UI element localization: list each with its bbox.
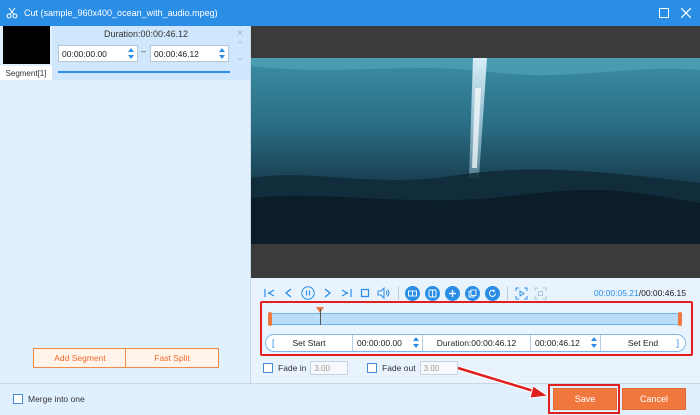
jump-to-start-icon[interactable]	[263, 286, 277, 300]
scissors-icon	[4, 5, 20, 21]
fade-out-input[interactable]: 3.00	[419, 361, 458, 375]
delete-segment-icon[interactable]: ✕	[235, 27, 245, 39]
current-time: 00:00:05.21	[593, 288, 639, 298]
segment-end-value: 00:00:46.12	[154, 48, 199, 59]
reset-icon[interactable]	[485, 285, 500, 301]
time-separator: –	[141, 46, 147, 56]
pause-icon[interactable]	[301, 286, 315, 300]
segment-thumbnail[interactable]	[3, 26, 50, 64]
segment-duration: Duration:00:00:46.12	[104, 29, 189, 39]
total-time: /00:00:46.15	[638, 288, 686, 298]
next-frame-icon[interactable]	[320, 286, 334, 300]
fade-out-control: Fade out 3.00	[367, 361, 458, 375]
segment-start-spinner[interactable]	[128, 47, 135, 60]
move-down-icon[interactable]: ⌄	[235, 51, 245, 63]
save-button[interactable]: Save	[553, 388, 617, 410]
copy-segment-icon[interactable]	[405, 285, 420, 301]
add-segment-button[interactable]: Add Segment	[33, 348, 127, 368]
segment-progress-line	[58, 71, 230, 73]
bottom-bar: Merge into one Save Cancel	[0, 383, 700, 415]
previous-frame-icon[interactable]	[282, 286, 296, 300]
control-divider-2	[507, 286, 508, 300]
stop-icon[interactable]	[358, 286, 372, 300]
merge-checkbox[interactable]	[13, 394, 23, 404]
playback-time: 00:00:05.21/00:00:46.15	[594, 288, 686, 298]
close-icon[interactable]	[678, 5, 694, 21]
fade-in-checkbox[interactable]	[263, 363, 273, 373]
stop-segment-icon[interactable]	[533, 286, 547, 300]
maximize-icon[interactable]	[656, 5, 672, 21]
title-bar: Cut (sample_960x400_ocean_with_audio.mpe…	[0, 0, 700, 26]
duplicate-icon[interactable]	[465, 285, 480, 301]
segment-start-input[interactable]: 00:00:00.00	[58, 45, 138, 62]
fast-split-button[interactable]: Fast Split	[125, 348, 219, 368]
fade-out-checkbox[interactable]	[367, 363, 377, 373]
merge-label: Merge into one	[28, 394, 85, 404]
segment-detail: Duration:00:00:46.12 00:00:00.00 – 00:00…	[52, 26, 250, 80]
segment-end-input[interactable]: 00:00:46.12	[150, 45, 229, 62]
split-icon[interactable]	[425, 285, 440, 301]
fade-in-label: Fade in	[278, 363, 307, 373]
control-divider	[398, 286, 399, 300]
move-up-icon[interactable]: ⌃	[235, 39, 245, 51]
control-buttons	[263, 284, 552, 302]
video-frame	[251, 58, 700, 244]
highlight-annotation	[260, 301, 693, 356]
cancel-button[interactable]: Cancel	[622, 388, 686, 410]
volume-icon[interactable]	[377, 286, 391, 300]
segment-label[interactable]: Segment[1]	[0, 66, 52, 80]
window-title: Cut (sample_960x400_ocean_with_audio.mpe…	[24, 8, 218, 18]
play-segment-icon[interactable]	[514, 286, 528, 300]
segment-panel: Segment[1] Duration:00:00:46.12 00:00:00…	[0, 26, 251, 383]
add-icon[interactable]	[445, 285, 460, 301]
segment-end-spinner[interactable]	[219, 47, 226, 60]
video-preview[interactable]	[251, 26, 700, 278]
fade-in-control: Fade in 3.00	[263, 361, 349, 375]
fade-out-label: Fade out	[382, 363, 416, 373]
segment-tools: ✕ ⌃ ⌄	[235, 27, 245, 77]
fade-in-input[interactable]: 3.00	[310, 361, 349, 375]
merge-option: Merge into one	[13, 394, 85, 404]
jump-to-end-icon[interactable]	[339, 286, 353, 300]
segment-start-value: 00:00:00.00	[62, 48, 107, 59]
